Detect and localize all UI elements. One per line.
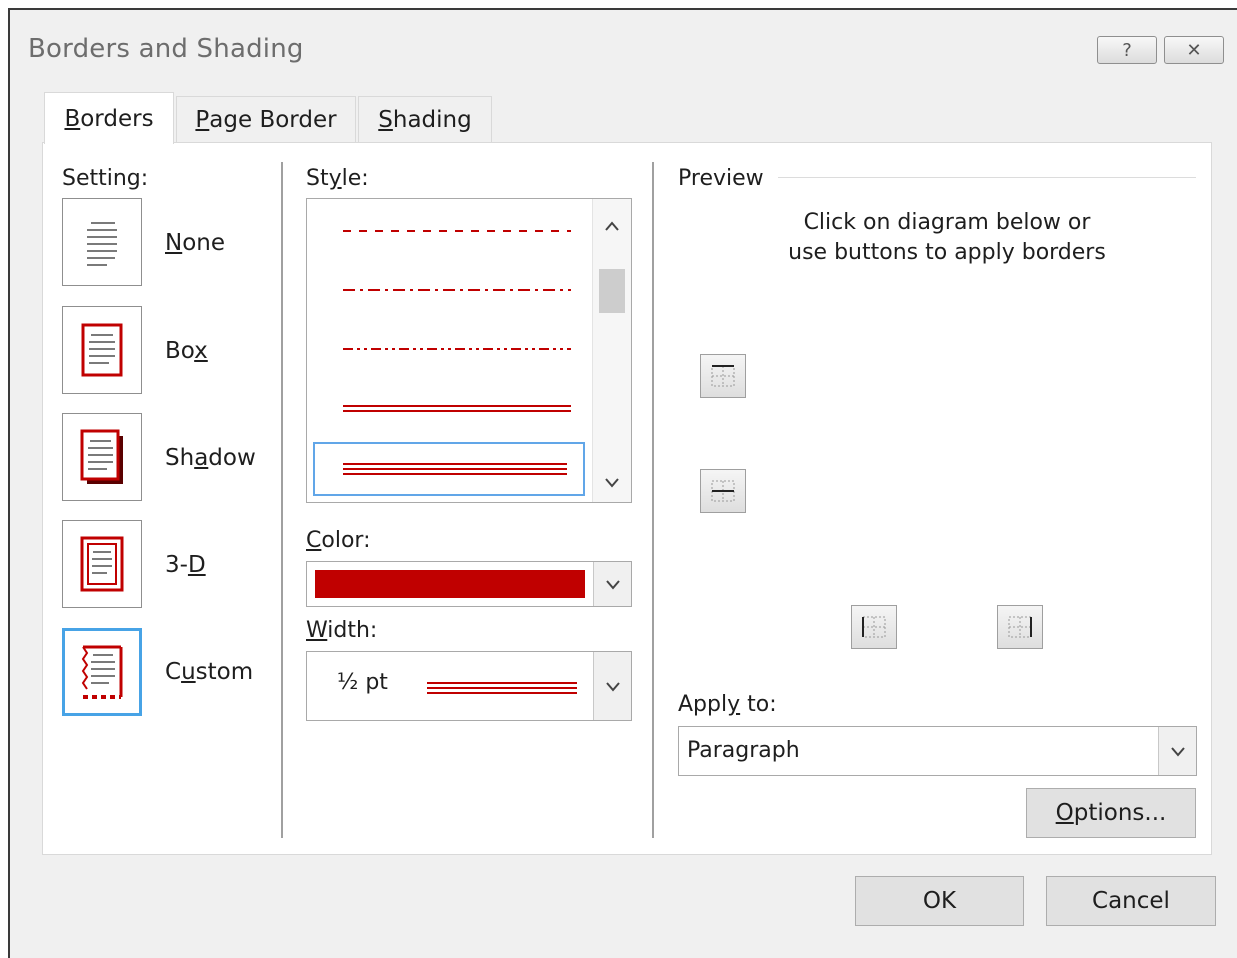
chevron-down-icon — [605, 580, 620, 590]
help-icon: ? — [1122, 39, 1132, 61]
color-swatch — [315, 570, 585, 598]
style-item-dash-dot[interactable] — [313, 266, 585, 316]
setting-custom-option[interactable] — [62, 628, 142, 716]
color-dropdown[interactable] — [306, 561, 632, 607]
right-border-button[interactable] — [997, 605, 1043, 649]
style-item-dash[interactable] — [313, 207, 585, 257]
scroll-up-icon[interactable] — [593, 213, 631, 237]
color-dropdown-button[interactable] — [593, 562, 631, 606]
top-border-button[interactable] — [700, 354, 746, 398]
style-list[interactable] — [306, 198, 632, 503]
setting-box-option[interactable] — [62, 306, 142, 394]
column-divider — [281, 162, 283, 838]
style-item-double[interactable] — [313, 384, 585, 434]
tab-page-border[interactable]: Page Border — [176, 96, 356, 142]
setting-none-option[interactable] — [62, 198, 142, 286]
width-dropdown[interactable]: ½ pt — [306, 651, 632, 721]
width-value: ½ pt — [337, 670, 388, 695]
left-border-icon — [862, 616, 886, 638]
help-button[interactable]: ? — [1097, 36, 1157, 64]
tab-shading[interactable]: Shading — [358, 96, 492, 142]
width-label: Width: — [306, 618, 378, 643]
setting-none-label: None — [165, 230, 226, 256]
setting-box-label: Box — [165, 338, 208, 364]
setting-3d-icon — [80, 536, 124, 592]
close-icon: ✕ — [1186, 39, 1202, 61]
column-divider — [652, 162, 654, 838]
preview-instruction-line-1: Click on diagram below or — [803, 210, 1091, 235]
apply-to-value: Paragraph — [687, 738, 800, 763]
apply-to-dropdown[interactable]: Paragraph — [678, 726, 1197, 776]
preview-instruction-line-2: use buttons to apply borders — [788, 240, 1106, 265]
setting-label: Setting: — [62, 166, 149, 191]
style-label: Style: — [306, 166, 369, 191]
dialog-title: Borders and Shading — [28, 34, 304, 64]
options-button[interactable]: Options... — [1026, 788, 1196, 838]
tab-borders[interactable]: Borders — [44, 92, 174, 144]
top-border-icon — [711, 365, 735, 387]
scroll-down-icon[interactable] — [593, 469, 631, 493]
style-scrollbar[interactable] — [592, 199, 631, 502]
setting-custom-icon — [81, 645, 123, 699]
setting-shadow-option[interactable] — [62, 413, 142, 501]
width-line-preview — [427, 682, 577, 694]
setting-custom-label: Custom — [165, 659, 254, 685]
apply-to-label: Apply to: — [678, 692, 777, 717]
chevron-down-icon — [605, 682, 620, 692]
setting-shadow-label: Shadow — [165, 445, 256, 471]
left-border-button[interactable] — [851, 605, 897, 649]
setting-shadow-icon — [80, 429, 123, 484]
style-item-triple-selected[interactable] — [313, 442, 585, 496]
right-border-icon — [1008, 616, 1032, 638]
color-label: Color: — [306, 528, 371, 553]
style-item-dash-dot-dot[interactable] — [313, 325, 585, 375]
setting-box-icon — [81, 323, 123, 377]
inside-horizontal-border-icon — [711, 480, 735, 502]
setting-3d-label: 3-D — [165, 552, 206, 578]
width-dropdown-button[interactable] — [593, 652, 631, 720]
inside-horizontal-border-button[interactable] — [700, 469, 746, 513]
chevron-down-icon — [1170, 747, 1185, 757]
preview-label: Preview — [678, 166, 764, 191]
cancel-button[interactable]: Cancel — [1046, 876, 1216, 926]
setting-none-icon — [87, 222, 117, 266]
close-button[interactable]: ✕ — [1164, 36, 1224, 64]
setting-3d-option[interactable] — [62, 520, 142, 608]
ok-button[interactable]: OK — [855, 876, 1024, 926]
preview-group-line — [778, 177, 1196, 178]
apply-to-dropdown-button[interactable] — [1158, 727, 1196, 775]
scroll-thumb[interactable] — [599, 269, 625, 313]
